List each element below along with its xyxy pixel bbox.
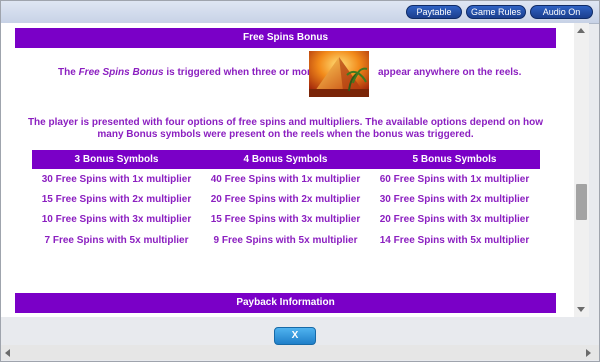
scroll-down-icon[interactable] [577, 307, 585, 312]
intro-text-end: appear anywhere on the reels. [378, 67, 522, 78]
close-button[interactable]: X [274, 327, 316, 345]
intro-emphasis: Free Spins Bonus [78, 67, 164, 78]
table-cell: 40 Free Spins with 1x multiplier [210, 174, 361, 185]
table-cell: 60 Free Spins with 1x multiplier [379, 174, 530, 185]
table-cell: 20 Free Spins with 2x multiplier [210, 194, 361, 205]
paytable-button[interactable]: Paytable [406, 5, 462, 19]
intro-suffix: is triggered when three or more [163, 67, 317, 78]
table-cell: 15 Free Spins with 3x multiplier [210, 214, 361, 225]
intro-text-start: The Free Spins Bonus is triggered when t… [58, 67, 316, 78]
free-spins-intro: The Free Spins Bonus is triggered when t… [1, 67, 574, 81]
table-cell: 7 Free Spins with 5x multiplier [44, 235, 189, 246]
intro-prefix: The [58, 67, 79, 78]
free-spins-header: Free Spins Bonus [15, 28, 556, 48]
bonus-table-header: 3 Bonus Symbols 4 Bonus Symbols 5 Bonus … [32, 150, 540, 169]
game-rules-button[interactable]: Game Rules [466, 5, 526, 19]
table-cell: 20 Free Spins with 3x multiplier [379, 214, 530, 225]
audio-toggle-button[interactable]: Audio On [530, 5, 593, 19]
table-cell: 10 Free Spins with 3x multiplier [41, 214, 192, 225]
payback-information-header: Payback Information [15, 293, 556, 313]
scrollbar-thumb[interactable] [576, 184, 587, 220]
column-3-bonus-symbols: 3 Bonus Symbols [74, 154, 159, 165]
dialog-footer: X [1, 317, 599, 345]
horizontal-scrollbar[interactable] [1, 345, 599, 360]
rules-content-panel: Free Spins Bonus The Free Spins Bonus is… [1, 23, 574, 317]
top-toolbar: Paytable Game Rules Audio On [1, 1, 599, 24]
table-cell: 30 Free Spins with 2x multiplier [379, 194, 530, 205]
column-4-bonus-symbols: 4 Bonus Symbols [243, 154, 328, 165]
scroll-right-icon[interactable] [586, 349, 591, 357]
vertical-scrollbar[interactable] [574, 23, 589, 317]
table-cell: 14 Free Spins with 5x multiplier [379, 235, 530, 246]
table-cell: 30 Free Spins with 1x multiplier [41, 174, 192, 185]
free-spins-description: The player is presented with four option… [27, 117, 544, 140]
table-cell: 9 Free Spins with 5x multiplier [213, 235, 358, 246]
scroll-up-icon[interactable] [577, 28, 585, 33]
table-cell: 15 Free Spins with 2x multiplier [41, 194, 192, 205]
bonus-symbol-pyramid-image [309, 51, 369, 97]
scroll-left-icon[interactable] [5, 349, 10, 357]
column-5-bonus-symbols: 5 Bonus Symbols [412, 154, 497, 165]
